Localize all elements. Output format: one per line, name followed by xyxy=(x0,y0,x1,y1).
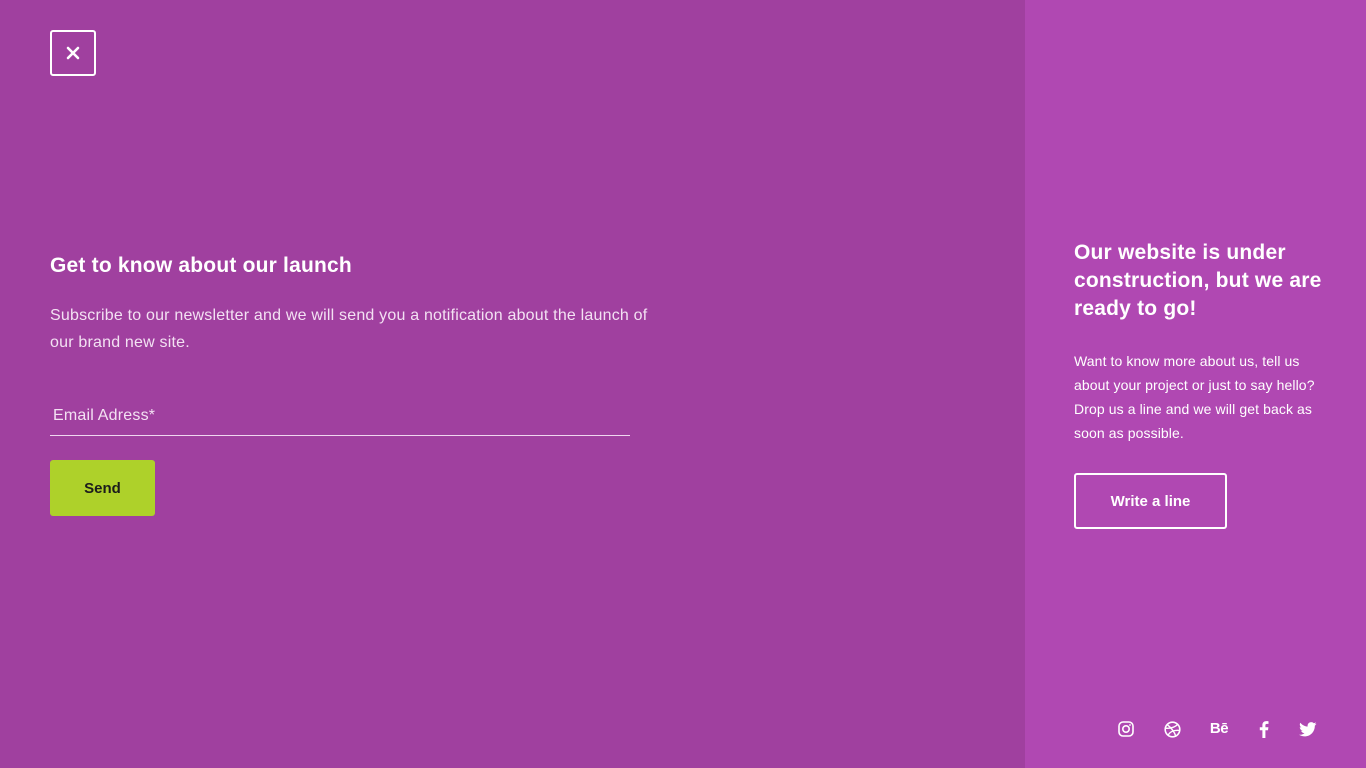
behance-link[interactable]: Bē xyxy=(1206,718,1232,740)
close-button[interactable] xyxy=(50,30,96,76)
twitter-icon xyxy=(1299,721,1317,736)
email-field xyxy=(50,396,630,436)
subscribe-description: Subscribe to our newsletter and we will … xyxy=(50,307,648,351)
subscribe-title: Get to know about our launch xyxy=(50,254,352,277)
write-a-line-button[interactable]: Write a line xyxy=(1074,473,1227,529)
close-icon xyxy=(66,46,80,60)
send-button[interactable]: Send xyxy=(50,460,155,516)
info-description: Want to know more about us, tell us abou… xyxy=(1074,353,1315,441)
dribbble-link[interactable] xyxy=(1162,718,1182,740)
behance-icon: Bē xyxy=(1209,720,1229,737)
info-title: Our website is under construction, but w… xyxy=(1074,241,1322,320)
instagram-link[interactable] xyxy=(1116,718,1136,740)
twitter-link[interactable] xyxy=(1297,718,1319,740)
facebook-link[interactable] xyxy=(1255,718,1273,740)
email-input[interactable] xyxy=(50,396,630,435)
info-section: Our website is under construction, but w… xyxy=(1074,239,1324,445)
subscribe-panel xyxy=(0,0,1025,768)
dribbble-icon xyxy=(1163,720,1181,738)
instagram-icon xyxy=(1118,721,1134,737)
subscribe-section: Get to know about our launch Subscribe t… xyxy=(50,252,650,356)
facebook-icon xyxy=(1259,720,1269,738)
